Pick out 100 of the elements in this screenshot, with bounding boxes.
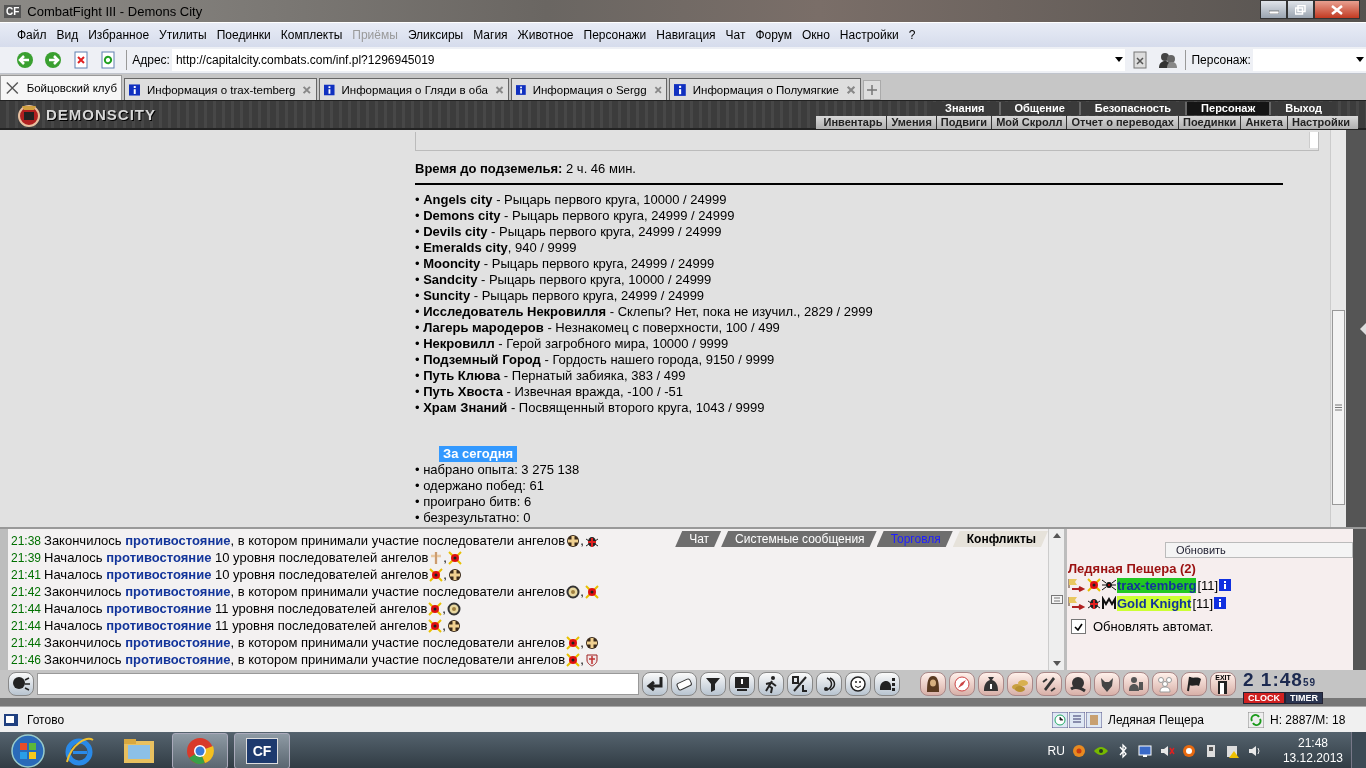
nav-tab[interactable]: Безопасность — [1080, 102, 1186, 115]
address-field[interactable]: http://capitalcity.combats.com/inf.pl?1296945019 — [171, 49, 1125, 71]
flag-button[interactable] — [1181, 672, 1207, 696]
nav-tab[interactable]: Знания — [931, 102, 999, 115]
menu-item[interactable]: Эликсиры — [402, 26, 469, 44]
stat-line: • безрезультатно: 0 — [415, 510, 532, 526]
info-icon — [516, 82, 526, 97]
folder-icon[interactable] — [122, 737, 156, 765]
nav-link[interactable]: Инвентарь — [819, 116, 887, 129]
chat-tab[interactable]: Системные сообщения — [721, 531, 877, 547]
menu-item[interactable]: Вид — [51, 26, 84, 44]
menu-item[interactable]: Настройки — [834, 26, 904, 44]
clock-tab[interactable]: CLOCK — [1243, 692, 1285, 704]
player-name[interactable]: trax-temberg — [1117, 577, 1197, 593]
app-taskbar-button[interactable]: CF — [245, 738, 279, 764]
group-icon — [1155, 674, 1175, 694]
warning-flag-icon[interactable] — [1224, 743, 1241, 759]
menu-item[interactable]: Навигация — [651, 26, 721, 44]
menu-item[interactable]: Форум — [750, 26, 797, 44]
reputation-line: • Храм Знаний - Посвященный второго круга, 1043 / 9999 — [415, 400, 766, 416]
menu-item[interactable]: Чат — [720, 26, 751, 44]
menu-item[interactable]: Окно — [796, 26, 835, 44]
nav-tab[interactable]: Общение — [1000, 102, 1079, 115]
chat-tab[interactable]: Чат — [675, 531, 722, 547]
separator-text: , — [580, 635, 584, 650]
nav-tab[interactable]: Персонаж — [1187, 102, 1270, 115]
nav-link[interactable]: Умения — [886, 116, 936, 129]
menu-item[interactable]: ? — [903, 26, 921, 44]
monitor-icon — [732, 674, 752, 694]
timer-tab[interactable]: TIMER — [1285, 692, 1323, 704]
swirl-icon[interactable] — [1070, 743, 1087, 759]
separator-text: , — [580, 584, 584, 599]
filter-button[interactable] — [700, 672, 726, 696]
browser-tab[interactable]: Информация о Sergg — [511, 78, 667, 100]
eraser-button[interactable] — [671, 672, 697, 696]
nav-link[interactable]: Отчет о переводах — [1066, 116, 1178, 129]
browser-tab[interactable]: Информация о Полумягкие — [669, 78, 861, 100]
message-time: 21:38 — [11, 533, 42, 548]
runner-button[interactable] — [758, 672, 784, 696]
reputation-line: • Sandcity - Рыцарь первого круга, 10000 / 24999 — [415, 272, 713, 288]
dropdown-icon — [1113, 57, 1124, 63]
speaker-icon[interactable] — [1246, 743, 1263, 759]
tab-close-icon — [302, 83, 312, 96]
taskbar-clock[interactable]: 21:48 13.12.2013 — [1282, 736, 1343, 766]
monitor-button[interactable] — [729, 672, 755, 696]
menu-item[interactable]: Утилиты — [154, 26, 212, 44]
smiley-button[interactable] — [845, 672, 871, 696]
speaker-button[interactable] — [8, 672, 34, 696]
tab-close-icon — [845, 83, 856, 96]
slash-button[interactable] — [787, 672, 813, 696]
nav-link[interactable]: Поединки — [1177, 116, 1241, 129]
sound-button[interactable] — [816, 672, 842, 696]
helmet-button[interactable] — [874, 672, 900, 696]
refresh-button[interactable]: Обновить — [1165, 542, 1353, 558]
chat-input[interactable] — [37, 673, 639, 695]
menu-item[interactable]: Животное — [512, 26, 579, 44]
volume-muted-icon[interactable] — [1158, 743, 1175, 759]
start-button[interactable] — [10, 733, 46, 768]
nav-link[interactable]: Мой Скролл — [991, 116, 1067, 129]
message-text: Началось противостояние 11 уровня последователей ангелов — [44, 601, 428, 616]
chrome-icon[interactable] — [185, 736, 215, 766]
player-name[interactable]: Gold Knight — [1117, 595, 1192, 611]
bag-button[interactable] — [978, 672, 1004, 696]
info-icon[interactable] — [1219, 579, 1232, 591]
browser-tab[interactable]: Информация о trax-temberg — [124, 78, 317, 100]
menu-item[interactable]: Магия — [468, 26, 513, 44]
nav-link[interactable]: Анкета — [1240, 116, 1287, 129]
scroll-button[interactable] — [1036, 672, 1062, 696]
scroll-thumb[interactable] — [1332, 310, 1345, 505]
player-level: [11] — [1197, 577, 1219, 593]
browser-tab[interactable]: Бойцовский клуб — [0, 75, 122, 100]
circle-icon[interactable] — [1180, 743, 1197, 759]
enter-button[interactable] — [642, 672, 668, 696]
menu-item[interactable]: Файл — [12, 26, 52, 44]
menu-item[interactable]: Поединки — [211, 26, 276, 44]
nav-link[interactable]: Подвиги — [935, 116, 992, 129]
menu-item[interactable]: Избранное — [83, 26, 155, 44]
menu-item[interactable]: Комплекты — [275, 26, 348, 44]
beast-button[interactable] — [1094, 672, 1120, 696]
nav-tab[interactable]: Выход — [1271, 102, 1336, 115]
chat-tab[interactable]: Конфликты — [952, 531, 1048, 547]
app-icon: CF — [4, 4, 22, 18]
info-icon[interactable] — [1214, 597, 1227, 609]
close-button[interactable] — [1314, 0, 1360, 19]
reputation-line: • Некровилл - Герой загробного мира, 10000 / 9999 — [415, 336, 730, 352]
person-button[interactable] — [1123, 672, 1149, 696]
hooded-figure-button[interactable] — [920, 672, 946, 696]
network-icon[interactable] — [1136, 743, 1153, 759]
language-indicator[interactable]: RU — [1047, 744, 1065, 758]
status-text: Готово — [27, 712, 66, 727]
maximize-button[interactable] — [1287, 0, 1314, 19]
minimize-button[interactable] — [1260, 0, 1287, 19]
message-time: 21:44 — [11, 635, 42, 650]
checkbox[interactable] — [1071, 619, 1086, 634]
logo: DEMONSCITY — [46, 106, 156, 123]
nav-link[interactable]: Настройки — [1286, 116, 1354, 129]
compass-button[interactable] — [949, 672, 975, 696]
browser-icon[interactable] — [63, 736, 95, 766]
menu-item[interactable]: Персонажи — [578, 26, 652, 44]
browser-tab[interactable]: Информация о Гляди в оба — [319, 78, 509, 100]
